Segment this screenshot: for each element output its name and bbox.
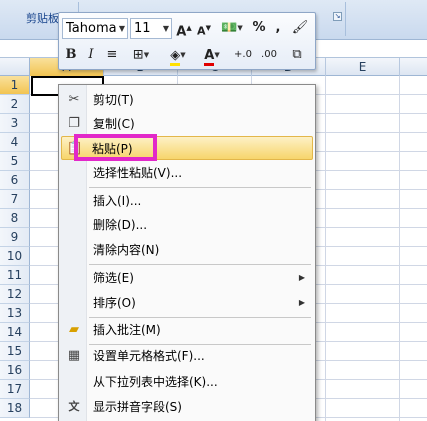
menu-item-label: 选择性粘贴(V)... <box>93 166 183 180</box>
font-launcher-icon[interactable]: ↘ <box>333 12 342 21</box>
menu-item-label: 显示拼音字段(S) <box>93 400 182 414</box>
menu-item-cut[interactable]: ✂ 剪切(T) <box>61 88 313 112</box>
column-header-f[interactable]: F <box>400 58 427 76</box>
fill-color-button[interactable]: ◈▼ <box>163 45 193 66</box>
menu-item-label: 复制(C) <box>93 117 135 131</box>
menu-item-pick-from-list[interactable]: 从下拉列表中选择(K)... <box>61 370 313 394</box>
merge-center-icon[interactable]: ⧉ <box>287 45 307 65</box>
row-header-16[interactable]: 16 <box>0 361 30 380</box>
menu-item-insert[interactable]: 插入(I)... <box>61 189 313 213</box>
row-header-11[interactable]: 11 <box>0 266 30 285</box>
format-painter-icon[interactable]: 🖌 <box>291 18 309 38</box>
font-name-value: Tahoma <box>66 21 117 36</box>
menu-item-format-cells[interactable]: ▦ 设置单元格格式(F)... <box>61 344 313 368</box>
align-center-icon[interactable]: ≡ <box>103 45 121 65</box>
decrease-decimal-button[interactable]: .00 <box>257 45 281 65</box>
row-header-2[interactable]: 2 <box>0 95 30 114</box>
menu-separator <box>89 264 311 265</box>
accounting-format-button[interactable]: 💵▼ <box>217 18 247 38</box>
menu-item-label: 插入(I)... <box>93 194 142 208</box>
menu-item-clear-contents[interactable]: 清除内容(N) <box>61 238 313 262</box>
currency-icon: 💵 <box>221 20 238 36</box>
menu-item-sort[interactable]: 排序(O) ▶ <box>61 291 313 315</box>
row-header-7[interactable]: 7 <box>0 190 30 209</box>
copy-icon: ❐ <box>68 116 80 131</box>
row-header-10[interactable]: 10 <box>0 247 30 266</box>
select-all-corner[interactable] <box>0 58 30 76</box>
row-header-3[interactable]: 3 <box>0 114 30 133</box>
row-header-14[interactable]: 14 <box>0 323 30 342</box>
clipboard-group-label: 剪贴板 <box>26 12 59 25</box>
row-header-18[interactable]: 18 <box>0 399 30 418</box>
shrink-font-button[interactable]: A▼ <box>195 18 213 38</box>
scissors-icon: ✂ <box>68 92 80 107</box>
menu-item-label: 清除内容(N) <box>93 243 160 257</box>
comma-style-button[interactable]: , <box>271 18 285 38</box>
fill-bucket-icon: ◈ <box>170 47 181 66</box>
shrink-font-label: A <box>197 24 206 38</box>
chevron-down-icon: ▼ <box>180 51 186 59</box>
font-color-letter: A <box>204 47 215 66</box>
row-header-5[interactable]: 5 <box>0 152 30 171</box>
excel-window: 剪贴板 ↘ ↘ A B C D E F 12345678910111213141… <box>0 0 427 421</box>
borders-icon: ⊞ <box>132 47 144 63</box>
ribbon-separator <box>345 2 346 36</box>
row-header-4[interactable]: 4 <box>0 133 30 152</box>
row-header-13[interactable]: 13 <box>0 304 30 323</box>
menu-item-label: 筛选(E) <box>93 271 134 285</box>
borders-button[interactable]: ⊞▼ <box>127 45 155 65</box>
italic-button[interactable]: I <box>83 45 99 65</box>
menu-item-paste-special[interactable]: 选择性粘贴(V)... <box>61 161 313 185</box>
paste-highlight-box <box>74 134 157 161</box>
chevron-down-icon: ▼ <box>214 51 220 59</box>
submenu-arrow-icon: ▶ <box>298 298 305 307</box>
menu-item-label: 删除(D)... <box>93 218 148 232</box>
chevron-down-icon: ▼ <box>237 24 243 32</box>
column-header-e[interactable]: E <box>326 58 400 76</box>
menu-item-delete[interactable]: 删除(D)... <box>61 213 313 237</box>
row-header-17[interactable]: 17 <box>0 380 30 399</box>
grow-font-button[interactable]: A▲ <box>175 18 193 40</box>
menu-item-label: 设置单元格格式(F)... <box>93 349 205 363</box>
menu-item-show-phonetic[interactable]: 文 显示拼音字段(S) <box>61 395 313 419</box>
menu-item-label: 排序(O) <box>93 296 136 310</box>
menu-item-copy[interactable]: ❐ 复制(C) <box>61 112 313 136</box>
row-header-12[interactable]: 12 <box>0 285 30 304</box>
row-header-15[interactable]: 15 <box>0 342 30 361</box>
percent-style-button[interactable]: % <box>251 18 267 38</box>
row-header-9[interactable]: 9 <box>0 228 30 247</box>
increase-decimal-button[interactable]: +.0 <box>231 45 255 65</box>
row-header-6[interactable]: 6 <box>0 171 30 190</box>
menu-item-label: 插入批注(M) <box>93 323 161 337</box>
menu-item-filter[interactable]: 筛选(E) ▶ <box>61 266 313 290</box>
bold-button[interactable]: B <box>63 45 79 65</box>
font-color-button[interactable]: A▼ <box>197 45 227 66</box>
submenu-arrow-icon: ▶ <box>298 273 305 282</box>
menu-item-label: 剪切(T) <box>93 93 134 107</box>
row-header-8[interactable]: 8 <box>0 209 30 228</box>
chevron-down-icon[interactable]: ▼ <box>119 19 125 38</box>
phonetic-icon: 文 <box>68 400 80 413</box>
menu-separator <box>89 187 311 188</box>
mini-toolbar: Tahoma ▼ 11 ▼ A▲ A▼ 💵▼ % , 🖌 B I ≡ ⊞▼ ◈▼… <box>58 12 316 70</box>
row-header-1[interactable]: 1 <box>0 76 30 95</box>
menu-item-insert-comment[interactable]: ▰ 插入批注(M) <box>61 318 313 342</box>
comment-icon: ▰ <box>69 322 79 337</box>
chevron-down-icon: ▼ <box>143 51 150 59</box>
grow-font-label: A <box>176 24 187 40</box>
chevron-down-icon[interactable]: ▼ <box>163 19 169 38</box>
menu-item-label: 从下拉列表中选择(K)... <box>93 375 218 389</box>
font-size-value: 11 <box>134 21 151 36</box>
font-name-box[interactable]: Tahoma ▼ <box>62 18 128 39</box>
font-size-box[interactable]: 11 ▼ <box>130 18 172 39</box>
format-cells-icon: ▦ <box>67 348 81 363</box>
